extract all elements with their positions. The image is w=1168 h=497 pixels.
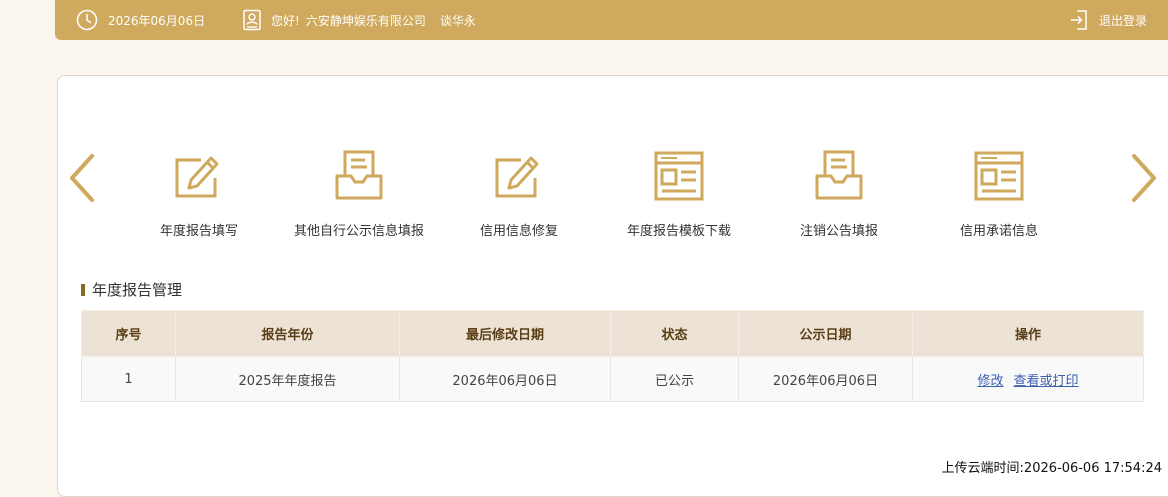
greeting-text: 您好! (271, 13, 300, 28)
logout-button[interactable]: 退出登录 (1069, 0, 1147, 40)
column-header: 序号 (81, 310, 176, 357)
table-row: 1 2025年年度报告 2026年06月06日 已公示 2026年06月06日 … (81, 356, 1144, 402)
quick-action-label: 信用承诺信息 (959, 224, 1038, 239)
column-header: 状态 (610, 310, 739, 357)
header-date: 2026年06月06日 (76, 0, 205, 40)
quick-action-template-download[interactable]: 年度报告模板下载 (594, 148, 764, 239)
top-header-bar: 2026年06月06日 您好! 六安静坤娱乐有限公司 谈华永 退出登录 (55, 0, 1168, 40)
chevron-right-icon (1132, 154, 1156, 202)
logout-label: 退出登录 (1098, 13, 1147, 28)
header-greeting: 您好! 六安静坤娱乐有限公司 谈华永 (242, 0, 476, 40)
quick-action-label: 信用信息修复 (479, 224, 558, 239)
template-window-icon (974, 151, 1024, 201)
section-title-marker (81, 283, 85, 296)
cell-modified-date: 2026年06月06日 (399, 356, 611, 402)
company-name: 六安静坤娱乐有限公司 (305, 13, 426, 28)
column-header: 报告年份 (175, 310, 400, 357)
chevron-left-icon (70, 154, 94, 202)
carousel-next-button[interactable] (1129, 152, 1159, 204)
clock-icon (76, 9, 108, 31)
inbox-document-icon (815, 150, 863, 200)
logout-icon (1069, 9, 1099, 31)
user-name: 谈华永 (439, 13, 476, 28)
upload-time: 上传云端时间:2026-06-06 17:54:24 (941, 461, 1162, 476)
table-header-row: 序号 报告年份 最后修改日期 状态 公示日期 操作 (81, 310, 1144, 357)
section-title: 年度报告管理 (81, 279, 182, 300)
template-window-icon (654, 151, 704, 201)
quick-action-label: 注销公告填报 (799, 224, 878, 239)
cell-publish-date: 2026年06月06日 (738, 356, 913, 402)
quick-action-credit-repair[interactable]: 信用信息修复 (434, 148, 604, 239)
column-header: 最后修改日期 (399, 310, 611, 357)
quick-action-label: 其他自行公示信息填报 (293, 224, 424, 239)
quick-action-deregistration[interactable]: 注销公告填报 (754, 148, 924, 239)
cell-report-year: 2025年年度报告 (175, 356, 400, 402)
column-header: 操作 (912, 310, 1144, 357)
main-panel (57, 75, 1168, 497)
quick-action-other-disclosure[interactable]: 其他自行公示信息填报 (274, 148, 444, 239)
edit-icon (495, 156, 539, 198)
annual-report-table: 序号 报告年份 最后修改日期 状态 公示日期 操作 1 2025年年度报告 20… (81, 310, 1144, 402)
quick-action-label: 年度报告填写 (159, 224, 238, 239)
edit-link[interactable]: 修改 (977, 374, 1003, 389)
inbox-document-icon (335, 150, 383, 200)
edit-icon (175, 156, 219, 198)
section-title-text: 年度报告管理 (92, 281, 183, 299)
cell-status: 已公示 (610, 356, 739, 402)
quick-action-label: 年度报告模板下载 (626, 224, 731, 239)
cell-index: 1 (81, 356, 176, 402)
cell-actions: 修改 查看或打印 (912, 356, 1144, 402)
quick-action-credit-commitment[interactable]: 信用承诺信息 (914, 148, 1084, 239)
user-card-icon (242, 9, 271, 31)
carousel-prev-button[interactable] (67, 152, 97, 204)
header-date-text: 2026年06月06日 (108, 13, 206, 28)
view-print-link[interactable]: 查看或打印 (1014, 374, 1079, 389)
column-header: 公示日期 (738, 310, 913, 357)
quick-action-annual-report[interactable]: 年度报告填写 (114, 148, 284, 239)
